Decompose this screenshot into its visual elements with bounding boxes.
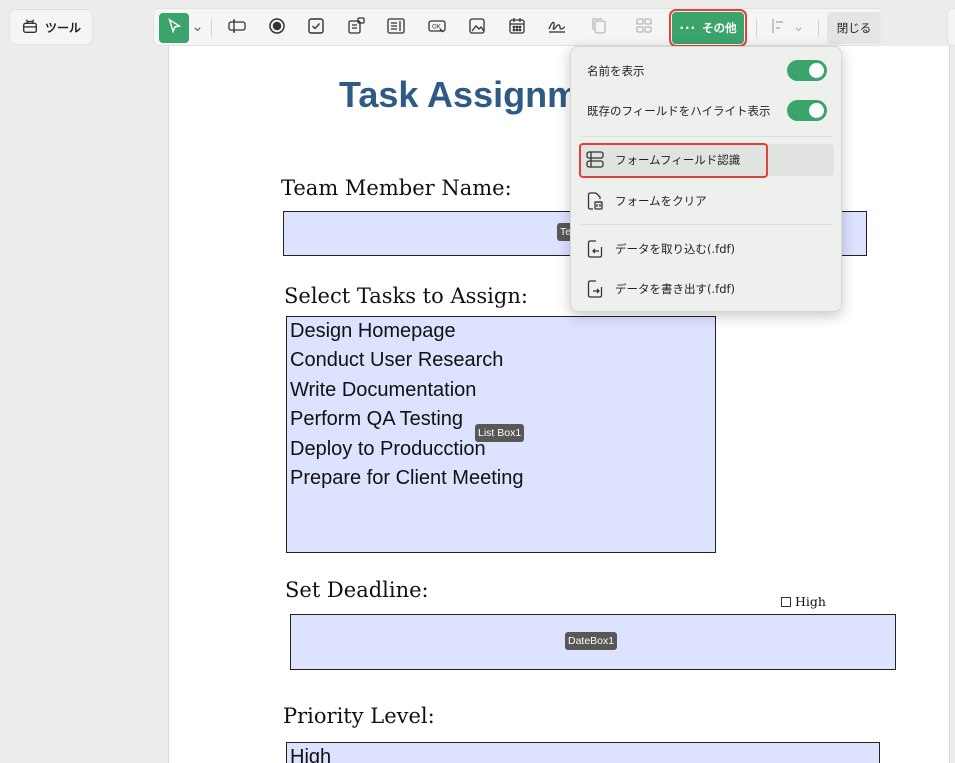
- list-item[interactable]: Write Documentation: [290, 376, 523, 405]
- highlight-fields-label: 既存のフィールドをハイライト表示: [587, 104, 771, 118]
- select-tool-dropdown[interactable]: [193, 21, 203, 35]
- priority-label: Priority Level:: [283, 704, 435, 728]
- clear-form-label: フォームをクリア: [615, 194, 707, 208]
- align-tool: [766, 15, 792, 41]
- list-box-tool[interactable]: [383, 15, 409, 41]
- more-dots-icon: ···: [679, 21, 697, 35]
- calendar-icon: [507, 16, 527, 40]
- list-box-name-tag: List Box1: [475, 424, 525, 442]
- high-checkbox[interactable]: High: [781, 594, 826, 609]
- combo-box-icon: [346, 16, 366, 40]
- image-field-tool[interactable]: [464, 15, 490, 41]
- tools-button[interactable]: ツール: [9, 9, 93, 45]
- deadline-label: Set Deadline:: [285, 578, 429, 602]
- more-button[interactable]: ··· その他: [669, 9, 747, 47]
- list-box-icon: [386, 16, 406, 40]
- clear-form-icon: [585, 191, 605, 211]
- priority-field[interactable]: High: [286, 742, 880, 763]
- tasks-label: Select Tasks to Assign:: [284, 284, 528, 308]
- import-data-label: データを取り込む(.fdf): [615, 242, 736, 256]
- chevron-down-icon: [794, 19, 803, 38]
- list-item[interactable]: Conduct User Research: [290, 346, 523, 375]
- import-data-item[interactable]: データを取り込む(.fdf): [571, 233, 843, 265]
- grid-icon: [634, 16, 654, 40]
- align-left-icon: [769, 16, 789, 40]
- more-label: その他: [702, 21, 737, 35]
- ok-button-icon: OK: [427, 16, 447, 40]
- cursor-icon: [165, 17, 183, 39]
- select-tool-button[interactable]: [159, 13, 189, 43]
- priority-value: High: [290, 746, 332, 763]
- highlight-fields-toggle[interactable]: [787, 100, 827, 121]
- show-names-label: 名前を表示: [587, 64, 645, 78]
- radio-button-tool[interactable]: [264, 15, 290, 41]
- signature-tool[interactable]: [544, 15, 570, 41]
- show-names-toggle[interactable]: [787, 60, 827, 81]
- button-tool[interactable]: OK: [424, 15, 450, 41]
- export-data-item[interactable]: データを書き出す(.fdf): [571, 273, 843, 305]
- checkbox-icon: [306, 16, 326, 40]
- export-data-label: データを書き出す(.fdf): [615, 282, 736, 296]
- align-dropdown: [794, 21, 804, 35]
- combo-box-tool[interactable]: [343, 15, 369, 41]
- copy-icon: [589, 16, 609, 40]
- show-names-toggle-row[interactable]: 名前を表示: [571, 57, 843, 85]
- radio-icon: [267, 16, 287, 40]
- clear-form-item[interactable]: フォームをクリア: [571, 185, 843, 217]
- team-member-label: Team Member Name:: [281, 176, 512, 200]
- list-item[interactable]: Design Homepage: [290, 317, 523, 346]
- close-button[interactable]: 閉じる: [827, 12, 881, 44]
- high-checkbox-label: High: [795, 594, 826, 609]
- import-icon: [585, 239, 605, 259]
- toolbox-icon: [21, 17, 39, 38]
- image-icon: [467, 16, 487, 40]
- copy-tool: [586, 15, 612, 41]
- highlight-fields-toggle-row[interactable]: 既存のフィールドをハイライト表示: [571, 97, 843, 125]
- checkbox-icon: [781, 597, 791, 607]
- list-item[interactable]: Prepare for Client Meeting: [290, 464, 523, 493]
- date-field-tool[interactable]: [504, 15, 530, 41]
- export-icon: [585, 279, 605, 299]
- date-box-name-tag: DateBox1: [565, 632, 618, 650]
- signature-icon: [547, 16, 567, 40]
- form-toolbar: OK ··· その他 閉じる: [153, 8, 883, 47]
- checkbox-tool[interactable]: [303, 15, 329, 41]
- document-title: Task Assignm: [339, 74, 580, 115]
- tools-label: ツール: [44, 20, 81, 35]
- more-dropdown-menu: 名前を表示 既存のフィールドをハイライト表示 フォームフィールド認識 フォームを…: [570, 46, 842, 312]
- text-field-tool[interactable]: [224, 15, 250, 41]
- text-field-icon: [227, 16, 247, 40]
- chevron-down-icon: [193, 19, 202, 38]
- grid-tool: [631, 15, 657, 41]
